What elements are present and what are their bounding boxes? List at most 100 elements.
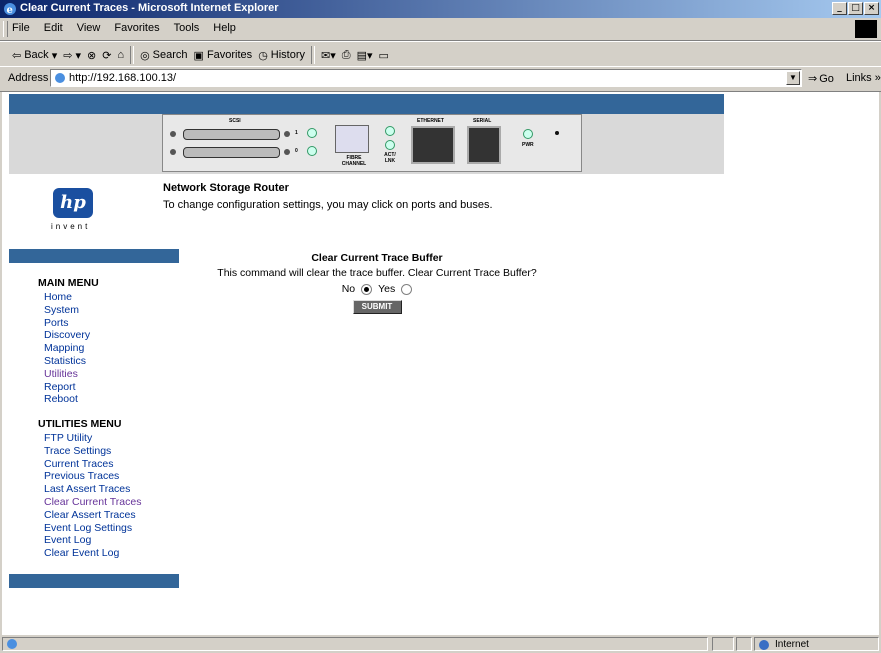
scsi-label: SCSI — [229, 118, 241, 124]
menu-report-link[interactable]: Report — [44, 381, 99, 394]
ethernet-port[interactable] — [411, 126, 455, 164]
menu-bar: File Edit View Favorites Tools Help — [0, 18, 881, 41]
zone-label: Internet — [775, 639, 809, 650]
util-last-assert-traces-link[interactable]: Last Assert Traces — [44, 483, 141, 496]
discuss-icon[interactable]: ▭ — [379, 49, 389, 62]
address-input[interactable]: http://192.168.100.13/ ▼ — [50, 69, 802, 87]
menu-reboot-link[interactable]: Reboot — [44, 393, 99, 406]
menu-favorites[interactable]: Favorites — [114, 22, 159, 34]
radio-no[interactable] — [361, 283, 373, 295]
menu-system-link[interactable]: System — [44, 304, 99, 317]
scsi1-led — [307, 128, 317, 138]
menu-utilities-link[interactable]: Utilities — [44, 368, 99, 381]
menu-file[interactable]: File — [12, 22, 30, 34]
bottom-band — [9, 574, 179, 588]
favorites-button[interactable]: ▣ Favorites — [194, 49, 253, 62]
serial-label: SERIAL — [473, 118, 492, 124]
invent-tagline: invent — [51, 222, 91, 231]
address-label: Address — [8, 72, 49, 84]
scsi0-led — [307, 146, 317, 156]
form-title: Clear Current Trace Buffer — [311, 252, 443, 264]
go-button[interactable]: ⇒ Go — [808, 72, 834, 86]
serial-port[interactable] — [467, 126, 501, 164]
menu-view[interactable]: View — [77, 22, 101, 34]
radio-yes[interactable] — [401, 283, 413, 295]
status-security-cell — [736, 637, 752, 651]
go-arrow-icon: ⇒ — [808, 73, 818, 85]
chevron-down-icon: ▾ — [51, 49, 58, 62]
menu-ports-link[interactable]: Ports — [44, 317, 99, 330]
maximize-button[interactable]: □ — [848, 2, 863, 15]
forward-arrow-icon: ⇨ — [63, 49, 73, 62]
favorites-icon: ▣ — [193, 49, 204, 62]
router-front-panel: SCSI 1 0 FIBRE CHANNEL ACT/ LNK ETHERNET… — [162, 114, 582, 172]
pwr-label: PWR — [522, 142, 534, 148]
print-icon[interactable]: ⎙ — [342, 49, 351, 62]
page-subtitle: To change configuration settings, you ma… — [163, 199, 493, 211]
toolbar-separator — [130, 46, 135, 64]
windows-logo-icon — [855, 20, 877, 38]
menu-tools[interactable]: Tools — [174, 22, 200, 34]
page-viewport: SCSI 1 0 FIBRE CHANNEL ACT/ LNK ETHERNET… — [2, 92, 879, 635]
forward-button[interactable]: ⇨ ▾ — [63, 49, 81, 62]
util-trace-settings-link[interactable]: Trace Settings — [44, 445, 141, 458]
links-button[interactable]: Links » — [846, 72, 881, 84]
home-icon[interactable]: ⌂ — [117, 49, 124, 61]
standard-toolbar: ⇦ Back ▾ ⇨ ▾ ⊗ ⟳ ⌂ ◎ Search ▣ Favorites ◷ Hist… — [0, 41, 881, 67]
search-button[interactable]: ◎ Search — [140, 49, 187, 62]
menu-statistics-link[interactable]: Statistics — [44, 355, 99, 368]
submit-button[interactable]: SUBMIT — [352, 300, 402, 314]
util-ftp-utility-link[interactable]: FTP Utility — [44, 432, 141, 445]
menu-discovery-link[interactable]: Discovery — [44, 329, 99, 342]
scsi-port-0[interactable] — [183, 147, 280, 158]
history-button[interactable]: ◷ History — [258, 49, 305, 62]
act-lnk-label: ACT/ LNK — [384, 152, 396, 164]
menu-home-link[interactable]: Home — [44, 291, 99, 304]
menu-mapping-link[interactable]: Mapping — [44, 342, 99, 355]
screw-icon — [170, 149, 176, 155]
hp-logo-area: hp invent — [9, 182, 161, 252]
lnk-led — [385, 140, 395, 150]
page-icon — [55, 73, 65, 83]
main-menu-heading: MAIN MENU — [38, 277, 99, 289]
back-button[interactable]: ⇦ Back ▾ — [12, 49, 57, 62]
scsi-port-1[interactable] — [183, 129, 280, 140]
pwr-led — [523, 129, 533, 139]
port-0-label: 0 — [295, 148, 298, 154]
option-no-label: No — [341, 283, 356, 295]
menu-help[interactable]: Help — [213, 22, 236, 34]
util-clear-event-log-link[interactable]: Clear Event Log — [44, 547, 141, 560]
status-progress-cell — [712, 637, 734, 651]
util-clear-current-traces-link[interactable]: Clear Current Traces — [44, 496, 141, 509]
util-previous-traces-link[interactable]: Previous Traces — [44, 470, 141, 483]
fibre-channel-port[interactable] — [335, 125, 369, 153]
screw-icon — [170, 131, 176, 137]
util-event-log-settings-link[interactable]: Event Log Settings — [44, 522, 141, 535]
clear-trace-form: Clear Current Trace Buffer This command … — [187, 252, 567, 314]
top-band — [9, 94, 724, 114]
address-url: http://192.168.100.13/ — [69, 72, 177, 84]
util-clear-assert-traces-link[interactable]: Clear Assert Traces — [44, 509, 141, 522]
menu-edit[interactable]: Edit — [44, 22, 63, 34]
refresh-icon[interactable]: ⟳ — [102, 49, 111, 62]
util-current-traces-link[interactable]: Current Traces — [44, 458, 141, 471]
search-icon: ◎ — [140, 49, 150, 62]
internet-zone-icon — [759, 640, 769, 650]
toolbar-grip[interactable] — [3, 21, 8, 37]
minimize-button[interactable]: _ — [832, 2, 847, 15]
fibre-channel-label: FIBRE CHANNEL — [341, 155, 367, 167]
util-event-log-link[interactable]: Event Log — [44, 534, 141, 547]
back-arrow-icon: ⇦ — [12, 49, 22, 62]
option-yes-label: Yes — [378, 283, 396, 295]
close-button[interactable]: × — [864, 2, 879, 15]
device-banner: SCSI 1 0 FIBRE CHANNEL ACT/ LNK ETHERNET… — [9, 114, 724, 174]
edit-icon[interactable]: ▤▾ — [357, 49, 373, 62]
screw-icon — [284, 149, 290, 155]
mail-icon[interactable]: ✉▾ — [321, 49, 336, 62]
page-status-icon — [7, 639, 17, 649]
address-dropdown-button[interactable]: ▼ — [786, 71, 800, 85]
form-description: This command will clear the trace buffer… — [217, 267, 537, 279]
ethernet-label: ETHERNET — [417, 118, 444, 124]
title-bar: e Clear Current Traces - Microsoft Inter… — [0, 0, 881, 18]
stop-icon[interactable]: ⊗ — [87, 49, 96, 62]
